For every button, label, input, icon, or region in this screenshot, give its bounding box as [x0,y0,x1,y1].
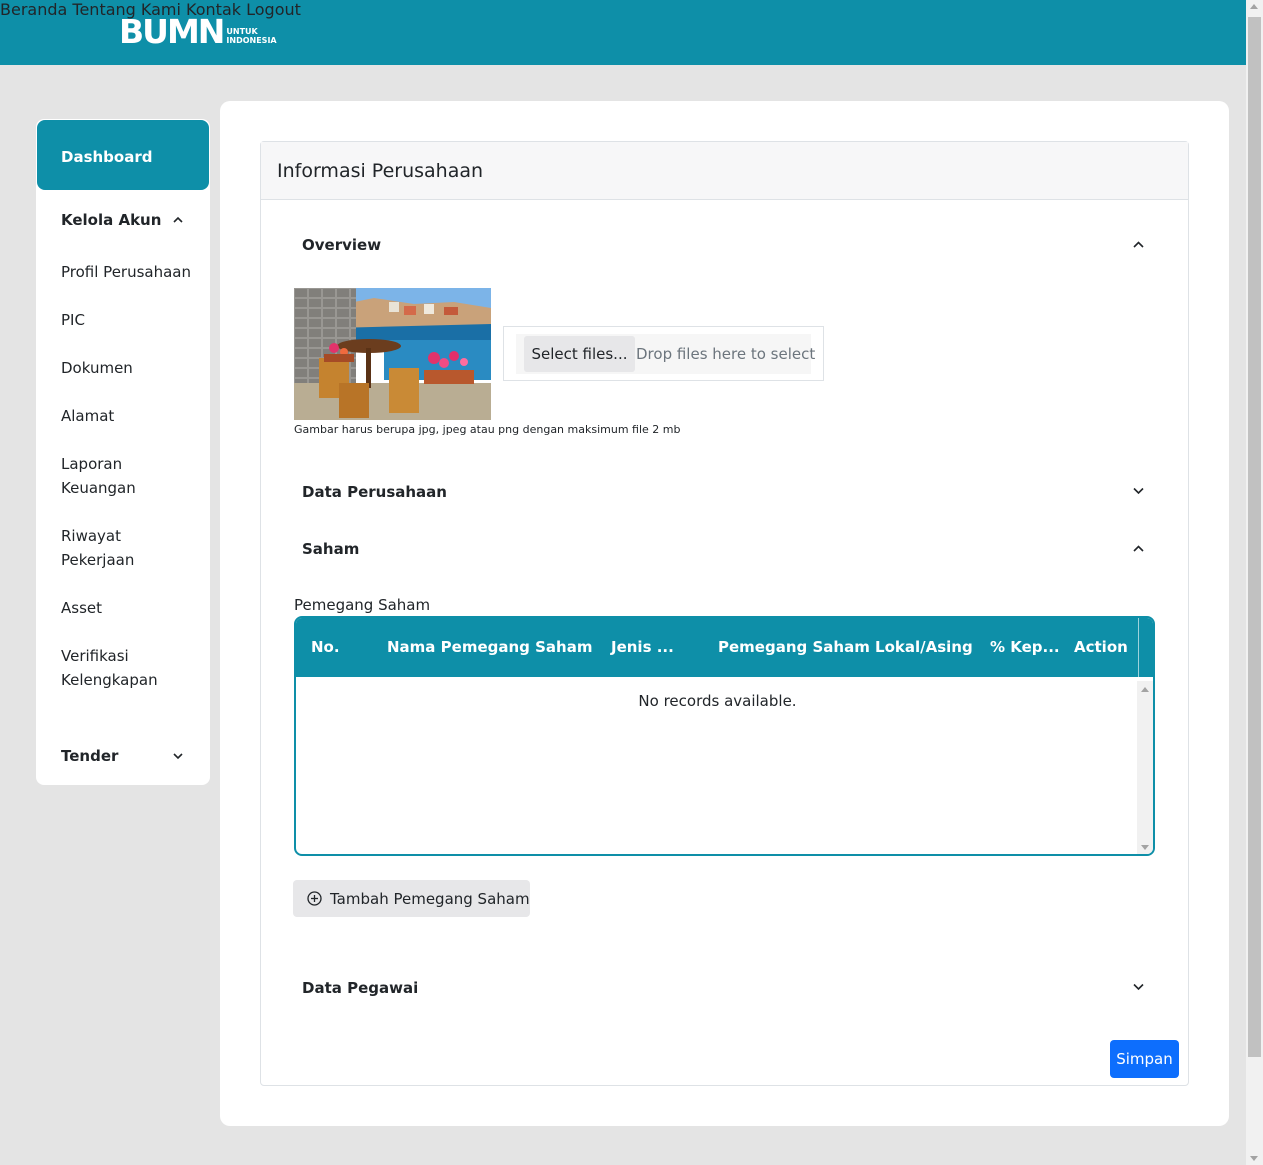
sidebar-group-kelola-akun[interactable]: Kelola Akun [61,211,161,229]
col-no[interactable]: No. [311,638,340,656]
sidebar-group-tender[interactable]: Tender [61,747,118,765]
logo-subtext: UNTUK INDONESIA [226,19,276,45]
company-photo [294,288,491,420]
add-shareholder-label: Tambah Pemegang Saham [330,889,530,908]
section-overview[interactable]: Overview [302,236,381,254]
drop-hint: Drop files here to select [636,345,816,363]
col-kepemilikan[interactable]: % Kep... [990,638,1060,656]
sidebar-item-dashboard[interactable]: Dashboard [37,120,209,190]
sidebar: Dashboard Kelola Akun Profil Perusahaan … [36,119,210,785]
file-upload[interactable]: Select files... Drop files here to selec… [503,326,824,381]
scroll-down-icon[interactable] [1141,845,1149,850]
page-title: Informasi Perusahaan [261,142,1188,200]
top-navbar: BUMN UNTUK INDONESIA Beranda Tentang Kam… [0,0,1246,65]
col-jenis[interactable]: Jenis ... [611,638,674,656]
sidebar-item-dokumen[interactable]: Dokumen [61,356,201,380]
section-saham[interactable]: Saham [302,540,359,558]
chevron-down-icon[interactable] [1133,485,1144,496]
chevron-down-icon[interactable] [1133,981,1144,992]
chevron-up-icon[interactable] [173,215,183,225]
sidebar-item-verifikasi-kelengkapan[interactable]: Verifikasi Kelengkapan [61,644,171,692]
scroll-up-icon[interactable] [1250,4,1258,9]
chevron-up-icon[interactable] [1133,543,1144,554]
grid-scrollbar[interactable] [1137,681,1153,854]
logo-sub-2: INDONESIA [226,36,277,45]
grid-label: Pemegang Saham [294,596,431,614]
upload-note: Gambar harus berupa jpg, jpeg atau png d… [294,423,681,436]
section-data-perusahaan[interactable]: Data Perusahaan [302,483,447,501]
sidebar-item-pic[interactable]: PIC [61,308,201,332]
sidebar-item-riwayat-pekerjaan[interactable]: Riwayat Pekerjaan [61,524,151,572]
shareholder-grid: No. Nama Pemegang Saham Jenis ... Pemega… [294,616,1155,856]
plus-circle-icon [307,891,322,906]
sidebar-item-asset[interactable]: Asset [61,596,201,620]
logo-sub-1: UNTUK [226,27,258,36]
upload-dropzone[interactable]: Select files... Drop files here to selec… [516,334,815,374]
chevron-up-icon[interactable] [1133,239,1144,250]
scroll-up-icon[interactable] [1141,687,1149,692]
sidebar-item-laporan-keuangan[interactable]: Laporan Keuangan [61,452,151,500]
nav-beranda[interactable]: Beranda [0,0,67,19]
logo-text: BUMN [119,12,225,51]
header-separator [1138,618,1139,677]
sidebar-item-alamat[interactable]: Alamat [61,404,201,428]
section-data-pegawai[interactable]: Data Pegawai [302,979,418,997]
no-records-message: No records available. [638,692,797,710]
sidebar-item-profil-perusahaan[interactable]: Profil Perusahaan [61,260,201,284]
grid-body: No records available. [296,677,1153,854]
page-scrollbar[interactable] [1246,0,1263,1165]
add-shareholder-button[interactable]: Tambah Pemegang Saham [293,880,530,917]
scroll-thumb[interactable] [1248,17,1261,1057]
select-files-button[interactable]: Select files... [524,336,635,372]
bumn-logo[interactable]: BUMN UNTUK INDONESIA [119,15,277,49]
grid-header: No. Nama Pemegang Saham Jenis ... Pemega… [296,618,1153,677]
col-action[interactable]: Action [1074,638,1128,656]
col-lokal-asing[interactable]: Pemegang Saham Lokal/Asing [718,638,973,656]
save-button[interactable]: Simpan [1110,1040,1179,1078]
scroll-down-icon[interactable] [1250,1156,1258,1161]
col-nama-pemegang-saham[interactable]: Nama Pemegang Saham [387,638,592,656]
chevron-down-icon[interactable] [173,751,183,761]
